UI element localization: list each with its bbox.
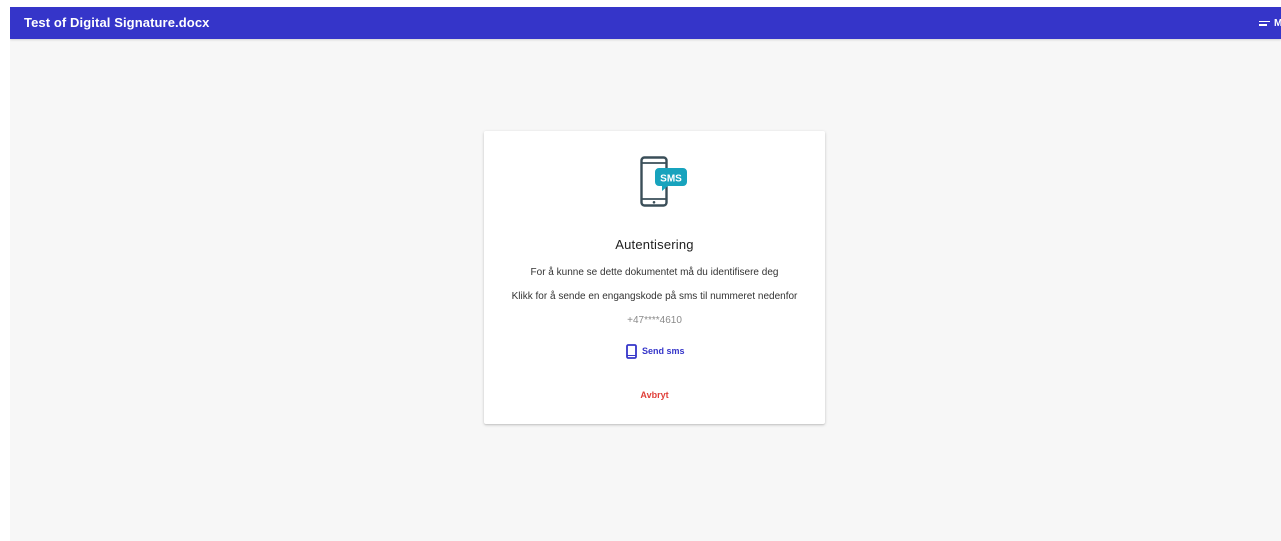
sms-phone-icon: SMS	[640, 156, 687, 207]
document-title: Test of Digital Signature.docx	[24, 15, 210, 30]
menu-button[interactable]: Me	[1259, 7, 1281, 39]
auth-title: Autentisering	[615, 237, 694, 252]
masked-phone-number: +47****4610	[627, 315, 682, 326]
top-app-bar: Test of Digital Signature.docx Me	[10, 7, 1281, 39]
menu-label: Me	[1274, 17, 1281, 29]
authentication-card: SMS Autentisering For å kunne se dette d…	[484, 131, 825, 424]
sms-badge-text: SMS	[660, 174, 682, 185]
menu-icon	[1259, 19, 1270, 27]
mobile-phone-icon	[626, 343, 637, 359]
cancel-button[interactable]: Avbryt	[484, 390, 825, 400]
send-sms-button[interactable]: Send sms	[626, 342, 685, 360]
auth-description: For å kunne se dette dokumentet må du id…	[530, 267, 779, 278]
send-sms-label: Send sms	[642, 346, 685, 356]
auth-instruction: Klikk for å sende en engangskode på sms …	[511, 291, 798, 302]
app-viewport: Test of Digital Signature.docx Me SMS Au…	[10, 7, 1281, 541]
